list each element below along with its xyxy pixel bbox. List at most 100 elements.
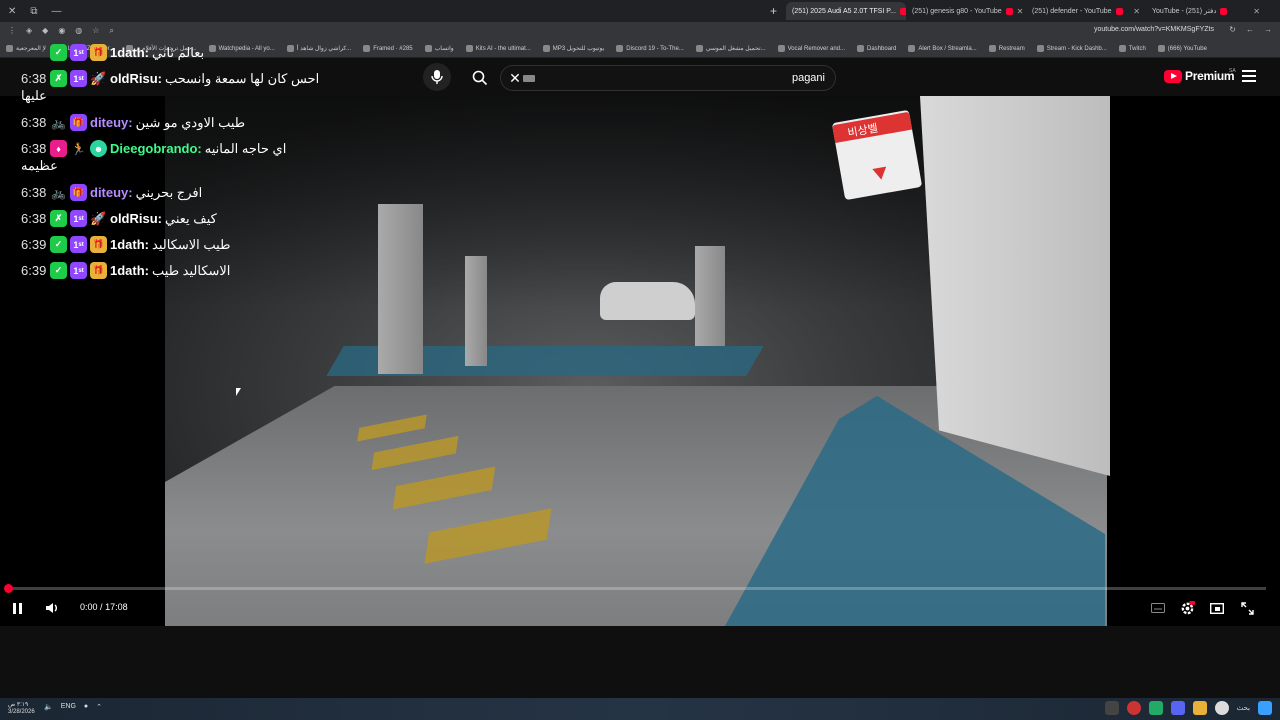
forward-icon[interactable]: → xyxy=(1264,25,1272,34)
bookmark-item[interactable]: Framed · #285 xyxy=(363,45,413,52)
chat-badge-icon: 🎁 xyxy=(70,184,87,201)
bookmark-favicon-icon xyxy=(777,45,785,52)
fullscreen-button[interactable] xyxy=(1241,600,1254,616)
search-button[interactable] xyxy=(461,65,499,91)
bookmark-favicon-icon xyxy=(695,45,703,52)
volume-button[interactable] xyxy=(45,600,59,616)
taskbar-search[interactable]: بحث xyxy=(1237,704,1250,712)
windows-start-icon[interactable] xyxy=(1258,701,1272,715)
bookmark-item[interactable]: تحميل مشغل الموسي... xyxy=(695,45,766,52)
zoom-icon[interactable]: ⌕ xyxy=(109,26,113,36)
chat-text: احس كان لها سمعة وانسحب xyxy=(165,70,320,86)
bookmark-item[interactable]: Restream xyxy=(988,45,1025,52)
chat-username[interactable]: 1dath: xyxy=(110,45,149,60)
new-tab-button[interactable]: + xyxy=(770,4,777,18)
hamburger-menu-icon[interactable] xyxy=(1242,70,1256,82)
settings-app-icon[interactable] xyxy=(1104,701,1119,715)
tab-genesis-g80[interactable]: (251) genesis g80 - YouTube ✕ xyxy=(906,2,1026,20)
bookmark-item[interactable]: Vocal Remover and... xyxy=(777,45,846,52)
bookmark-item[interactable]: Twitch xyxy=(1118,45,1146,52)
progress-scrubber[interactable] xyxy=(4,584,13,593)
reload-icon[interactable]: ↻ xyxy=(1229,25,1236,34)
app-icon[interactable] xyxy=(1148,701,1163,715)
folder-icon[interactable] xyxy=(1192,701,1207,715)
bookmark-item[interactable]: Alert Box / Streamla... xyxy=(908,45,977,52)
url-field[interactable]: youtube.com/watch?v=KMKMSgFYZts xyxy=(1094,26,1214,33)
discord-icon[interactable] xyxy=(1170,701,1185,715)
chat-badge-icon: ✗ xyxy=(50,70,67,87)
restore-window-icon[interactable]: ⧉ xyxy=(30,6,37,17)
microphone-tray-icon[interactable]: ● xyxy=(84,703,88,711)
bookmark-favicon-icon xyxy=(465,45,473,52)
extension-icon[interactable]: ◉ xyxy=(58,26,65,36)
chat-username[interactable]: 1dath: xyxy=(110,237,149,252)
chat-badge-icon: 1ˢᵗ xyxy=(70,44,87,61)
bookmark-item[interactable]: Stream - Kick Dashb... xyxy=(1036,45,1107,52)
parking-pillar xyxy=(465,256,487,366)
tab-youtube[interactable]: YouTube - (251) دفتر ✕ xyxy=(1146,2,1266,20)
close-tab-icon[interactable]: ✕ xyxy=(1253,7,1260,16)
progress-bar[interactable] xyxy=(8,587,1266,590)
bookmark-favicon-icon xyxy=(1157,45,1165,52)
subtitles-button[interactable] xyxy=(1151,600,1165,616)
browser-tab-bar: ✕ ⧉ — + (251) 2025 Audi A5 2.0T TFSI P..… xyxy=(0,0,1280,22)
bookmark-item[interactable]: واتساب xyxy=(424,45,454,52)
search-input[interactable]: ✕ pagani xyxy=(500,65,836,91)
chat-username[interactable]: 1dath: xyxy=(110,263,149,278)
settings-button[interactable] xyxy=(1180,600,1195,616)
chat-badge-icon: 🎁 xyxy=(70,114,87,131)
extension-icon[interactable]: ◆ xyxy=(42,26,48,36)
chat-text: اي حاجه المانيه xyxy=(204,140,287,156)
search-icon xyxy=(472,70,488,86)
bookmark-label: Kits AI - the ultimat... xyxy=(475,45,531,52)
chat-username[interactable]: diteuy: xyxy=(90,115,133,130)
bookmark-item[interactable]: Dashboard xyxy=(857,45,896,52)
more-icon[interactable]: ⋮ xyxy=(8,26,16,36)
bookmark-item[interactable]: Kits AI - the ultimat... xyxy=(465,45,531,52)
chat-username[interactable]: oldRisu: xyxy=(110,71,162,86)
keyboard-icon[interactable] xyxy=(523,75,535,82)
bookmark-item[interactable]: Discord 19 - To-The... xyxy=(616,45,684,52)
tab-audi-a5[interactable]: (251) 2025 Audi A5 2.0T TFSI P... ✕ xyxy=(786,2,906,20)
bookmark-label: Alert Box / Streamla... xyxy=(918,45,977,52)
window-controls: ✕ ⧉ — xyxy=(0,6,120,17)
chat-username[interactable]: diteuy: xyxy=(90,185,133,200)
tab-defender[interactable]: (251) defender - YouTube ✕ xyxy=(1026,2,1146,20)
clock[interactable]: ٣:١٩ ص 3/28/2026 xyxy=(8,702,35,716)
close-window-icon[interactable]: ✕ xyxy=(8,6,16,17)
back-icon[interactable]: ← xyxy=(1246,25,1254,34)
pause-button[interactable] xyxy=(13,600,22,616)
extension-icon[interactable]: ◍ xyxy=(75,26,82,36)
chat-badge-icon: ♦ xyxy=(50,140,67,157)
language-indicator[interactable]: ENG xyxy=(61,703,76,711)
tab-strip: (251) 2025 Audi A5 2.0T TFSI P... ✕ (251… xyxy=(786,2,1266,20)
minimize-window-icon[interactable]: — xyxy=(52,6,62,17)
white-wall xyxy=(920,96,1110,476)
app-icon[interactable] xyxy=(1126,701,1141,715)
chat-timestamp: 6:38 xyxy=(21,211,47,226)
speaker-icon[interactable]: 🔈 xyxy=(44,703,53,711)
close-tab-icon[interactable]: ✕ xyxy=(1017,7,1024,16)
clear-search-icon[interactable]: ✕ xyxy=(505,68,525,88)
chat-username[interactable]: oldRisu: xyxy=(110,211,162,226)
extension-icon[interactable]: ◈ xyxy=(26,26,32,36)
chat-text: طيب الاودي مو شين xyxy=(135,114,246,130)
chat-message: ✓ 1ˢᵗ 🎁 1dath: بعالم ثاني xyxy=(21,44,204,61)
bookmark-favicon-icon xyxy=(424,45,432,52)
bookmark-label: Vocal Remover and... xyxy=(787,45,846,52)
tab-title: (251) genesis g80 - YouTube xyxy=(912,7,1002,15)
chrome-icon[interactable] xyxy=(1214,701,1229,715)
close-tab-icon[interactable]: ✕ xyxy=(1133,7,1140,16)
voice-search-button[interactable] xyxy=(423,63,451,91)
youtube-logo[interactable]: Premium xyxy=(1164,69,1235,83)
time-display: 0:00 / 17:08 xyxy=(80,602,128,612)
bookmark-item[interactable]: MP3 يوتيوب للتحويل xyxy=(542,45,604,52)
chat-text: طيب الاسكاليد xyxy=(152,236,231,252)
miniplayer-button[interactable] xyxy=(1210,600,1224,616)
bookmark-item[interactable]: (666) YouTube xyxy=(1157,45,1207,52)
chat-badge-icon: 🎁 xyxy=(90,262,107,279)
chevron-up-icon[interactable]: ⌃ xyxy=(96,703,102,711)
star-icon[interactable]: ☆ xyxy=(92,26,99,36)
chat-username[interactable]: Dieegobrando: xyxy=(110,141,202,156)
arrow-down-icon xyxy=(872,166,889,181)
